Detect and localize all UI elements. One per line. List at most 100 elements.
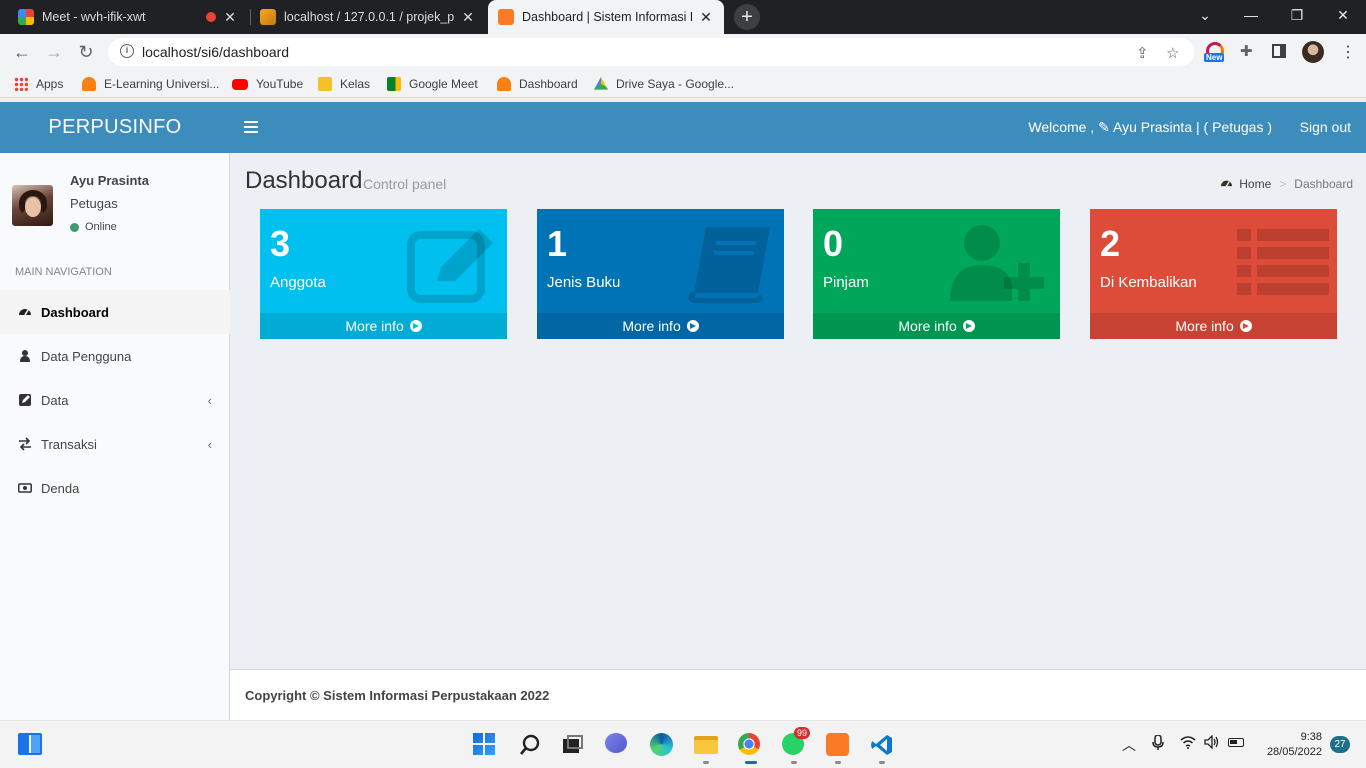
puzzle-extensions-icon[interactable]: ✚ bbox=[1240, 42, 1260, 62]
xampp-icon[interactable] bbox=[826, 733, 850, 757]
more-info-link[interactable]: More info bbox=[813, 313, 1060, 339]
tab-dashboard[interactable]: Dashboard | Sistem Informasi Perp ✕ bbox=[488, 0, 724, 34]
volume-icon[interactable] bbox=[1204, 734, 1220, 752]
phpmyadmin-icon bbox=[260, 9, 276, 25]
sidebar-item-data-pengguna[interactable]: Data Pengguna bbox=[0, 334, 230, 378]
bookmark-dashboard[interactable]: Dashboard bbox=[497, 76, 578, 92]
profile-avatar[interactable] bbox=[1302, 41, 1324, 63]
start-menu-icon[interactable] bbox=[473, 733, 497, 757]
running-indicator bbox=[879, 761, 885, 764]
battery-icon[interactable] bbox=[1228, 735, 1244, 747]
bookmark-label: Kelas bbox=[340, 77, 371, 91]
brand-logo[interactable]: PERPUSINFO bbox=[0, 102, 230, 153]
more-menu-icon[interactable]: ⋮ bbox=[1338, 42, 1358, 62]
clock-date: 28/05/2022 bbox=[1266, 746, 1322, 758]
breadcrumb-current: Dashboard bbox=[1294, 177, 1353, 191]
sidebar-item-dashboard[interactable]: Dashboard bbox=[0, 290, 230, 334]
more-info-link[interactable]: More info bbox=[1090, 313, 1337, 339]
sidebar-toggle-icon[interactable] bbox=[244, 121, 258, 133]
stat-value: 3 bbox=[270, 223, 291, 264]
arrow-circle-right-icon bbox=[686, 320, 699, 332]
microphone-icon[interactable] bbox=[1152, 734, 1164, 754]
side-panel-icon[interactable] bbox=[1272, 42, 1292, 62]
breadcrumb: Home > Dashboard bbox=[1220, 177, 1353, 191]
list-icon bbox=[1237, 229, 1329, 295]
sidebar-item-transaksi[interactable]: Transaksi ‹ bbox=[0, 422, 230, 466]
user-panel: Ayu Prasinta Petugas Online bbox=[0, 153, 230, 243]
tab-search-chevron-icon[interactable]: ⌄ bbox=[1182, 0, 1228, 32]
money-icon bbox=[18, 481, 32, 495]
edge-browser-icon[interactable] bbox=[650, 733, 674, 757]
bookmark-elearning[interactable]: E-Learning Universi... bbox=[82, 76, 219, 92]
nav-header: MAIN NAVIGATION bbox=[15, 266, 112, 278]
sidebar-item-denda[interactable]: Denda bbox=[0, 466, 230, 510]
notification-count-badge[interactable]: 27 bbox=[1330, 736, 1350, 753]
xampp-icon bbox=[498, 9, 514, 25]
close-icon[interactable]: ✕ bbox=[698, 9, 714, 26]
vscode-icon[interactable] bbox=[870, 733, 894, 757]
bookmark-google-meet[interactable]: Google Meet bbox=[387, 76, 478, 92]
breadcrumb-home[interactable]: Home bbox=[1239, 177, 1271, 191]
chrome-icon[interactable] bbox=[738, 733, 762, 757]
tab-meet[interactable]: Meet - wvh-ifik-xwt ✕ bbox=[8, 0, 248, 34]
url-text[interactable]: localhost/si6/dashboard bbox=[142, 44, 289, 60]
more-info-link[interactable]: More info bbox=[537, 313, 784, 339]
stat-value: 1 bbox=[547, 223, 568, 264]
chevron-up-icon[interactable]: ︿ bbox=[1122, 735, 1136, 755]
close-window-button[interactable]: ✕ bbox=[1320, 0, 1366, 32]
main-header: PERPUSINFO Welcome , ✎ Ayu Prasinta | ( … bbox=[0, 102, 1366, 153]
bookmark-youtube[interactable]: YouTube bbox=[232, 76, 303, 92]
sidebar-item-data[interactable]: Data ‹ bbox=[0, 378, 230, 422]
forward-button[interactable]: → bbox=[42, 40, 66, 64]
site-info-icon[interactable]: i bbox=[120, 44, 134, 58]
sidebar: Ayu Prasinta Petugas Online MAIN NAVIGAT… bbox=[0, 153, 230, 720]
search-icon[interactable] bbox=[518, 733, 542, 757]
more-info-label: More info bbox=[898, 318, 957, 334]
close-icon[interactable]: ✕ bbox=[460, 9, 476, 26]
share-icon[interactable]: ⇪ bbox=[1136, 44, 1149, 62]
file-explorer-icon[interactable] bbox=[694, 733, 718, 757]
bookmark-star-icon[interactable]: ☆ bbox=[1166, 44, 1179, 62]
apps-grid-icon bbox=[14, 77, 28, 91]
bookmark-drive[interactable]: Drive Saya - Google... bbox=[594, 76, 734, 92]
minimize-button[interactable]: — bbox=[1228, 0, 1274, 32]
dashboard-icon bbox=[18, 305, 32, 319]
tab-title: Meet - wvh-ifik-xwt bbox=[42, 10, 146, 24]
chevron-left-icon: ‹ bbox=[207, 392, 212, 408]
new-tab-button[interactable]: + bbox=[734, 4, 760, 30]
moodle-icon bbox=[82, 77, 96, 91]
user-name: Ayu Prasinta bbox=[70, 173, 149, 188]
stat-label: Anggota bbox=[270, 274, 326, 291]
teams-chat-icon[interactable] bbox=[605, 733, 629, 757]
sidebar-item-label: Data bbox=[41, 392, 69, 408]
sign-out-link[interactable]: Sign out bbox=[1300, 102, 1351, 153]
wifi-icon[interactable] bbox=[1180, 735, 1196, 752]
sidebar-item-label: Transaksi bbox=[41, 436, 97, 452]
running-indicator bbox=[835, 761, 841, 764]
welcome-user-text[interactable]: Welcome , ✎ Ayu Prasinta | ( Petugas ) bbox=[1028, 102, 1272, 153]
bookmark-apps[interactable]: Apps bbox=[14, 76, 63, 92]
arrow-circle-right-icon bbox=[409, 320, 422, 332]
reload-button[interactable]: ↻ bbox=[74, 40, 98, 64]
dashboard-icon bbox=[1220, 177, 1233, 191]
running-indicator bbox=[703, 761, 709, 764]
more-info-link[interactable]: More info bbox=[260, 313, 507, 339]
user-icon bbox=[18, 349, 32, 363]
extension-icon[interactable]: New bbox=[1204, 42, 1226, 62]
bookmark-label: Dashboard bbox=[519, 77, 578, 91]
more-info-label: More info bbox=[622, 318, 681, 334]
sidebar-item-label: Dashboard bbox=[41, 304, 109, 320]
restore-button[interactable]: ❐ bbox=[1274, 0, 1320, 32]
address-bar[interactable]: i localhost/si6/dashboard ⇪ ☆ bbox=[108, 38, 1194, 66]
task-view-icon[interactable] bbox=[561, 733, 585, 757]
whatsapp-icon[interactable]: 99 bbox=[782, 727, 811, 757]
close-icon[interactable]: ✕ bbox=[222, 9, 238, 26]
bookmark-label: YouTube bbox=[256, 77, 304, 91]
tab-phpmyadmin[interactable]: localhost / 127.0.0.1 / projek_perp ✕ bbox=[250, 0, 486, 34]
system-clock[interactable]: 9:38 28/05/2022 bbox=[1267, 730, 1322, 760]
widgets-icon[interactable] bbox=[18, 733, 42, 757]
back-button[interactable]: ← bbox=[10, 40, 34, 64]
bookmark-label: Apps bbox=[36, 77, 64, 91]
bookmark-kelas[interactable]: Kelas bbox=[318, 76, 370, 92]
browser-tab-strip: Meet - wvh-ifik-xwt ✕ localhost / 127.0.… bbox=[0, 0, 1366, 34]
